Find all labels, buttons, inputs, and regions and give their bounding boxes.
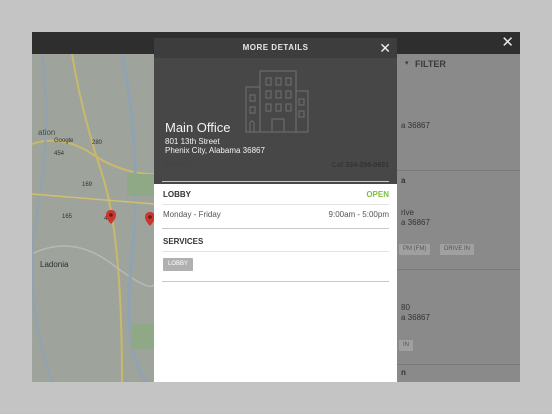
map-graphic <box>32 54 154 382</box>
phone-number: 334-298-0691 <box>345 162 389 169</box>
map-route-label: 454 <box>54 151 65 157</box>
close-icon[interactable]: ✕ <box>379 39 391 57</box>
lobby-days: Monday - Friday <box>163 210 221 219</box>
office-name: Main Office <box>165 120 231 135</box>
filter-label: FILTER <box>415 59 446 69</box>
call-prefix: Call <box>331 162 344 169</box>
branch-label: BRANCH <box>163 163 190 169</box>
list-divider <box>397 364 520 365</box>
list-fragment: a 36867 <box>401 121 430 130</box>
service-tag: DRIVE IN <box>440 244 475 255</box>
map-pin-icon[interactable] <box>106 210 116 224</box>
list-divider <box>397 269 520 270</box>
list-fragment: a 36867 <box>401 313 430 322</box>
close-icon[interactable]: ✕ <box>501 34 514 52</box>
section-divider <box>162 281 389 282</box>
service-tag: IN <box>399 340 413 351</box>
service-tag: PM (FM) <box>399 244 431 255</box>
more-details-modal: MORE DETAILS ✕ Main Office 801 13th Stre… <box>154 38 397 382</box>
call-phone-link[interactable]: Call 334-298-0691 <box>331 162 389 169</box>
list-fragment: a <box>401 176 406 185</box>
lobby-label: LOBBY <box>163 190 191 199</box>
list-divider <box>397 170 520 171</box>
map-label: ation <box>38 128 56 137</box>
map-pin-icon[interactable] <box>145 212 154 226</box>
modal-title: MORE DETAILS <box>242 43 309 52</box>
locations-list: ▾ FILTER a 36867 a rive a 36867 PM (FM) … <box>397 54 520 382</box>
row-divider <box>162 204 389 205</box>
lobby-hours: 9:00am - 5:00pm <box>328 210 389 219</box>
row-divider <box>162 251 389 252</box>
map-route-label: 165 <box>62 214 73 220</box>
list-fragment: a 36867 <box>401 218 430 227</box>
map-route-label: 169 <box>82 182 93 188</box>
building-icon <box>245 70 309 133</box>
section-divider <box>162 228 389 229</box>
office-address-line2: Phenix City, Alabama 36867 <box>165 146 265 155</box>
map-route-label: 280 <box>92 140 103 146</box>
filter-button[interactable]: ▾ FILTER <box>397 54 520 74</box>
lobby-status: OPEN <box>366 190 389 199</box>
map-label-ladonia: Ladonia <box>40 260 69 269</box>
section-divider <box>162 181 389 182</box>
office-address-line1: 801 13th Street <box>165 137 220 146</box>
map[interactable]: ation Ladonia Google 454 169 280 431 165… <box>32 54 154 382</box>
modal-header: MORE DETAILS ✕ <box>154 38 397 58</box>
services-label: SERVICES <box>163 237 204 246</box>
list-fragment: rive <box>401 208 414 217</box>
service-tag-lobby: LOBBY <box>163 258 194 271</box>
list-fragment: 80 <box>401 303 410 312</box>
list-fragment: n <box>401 368 406 377</box>
chevron-down-icon: ▾ <box>405 60 409 67</box>
map-route-label: Google <box>54 138 74 144</box>
